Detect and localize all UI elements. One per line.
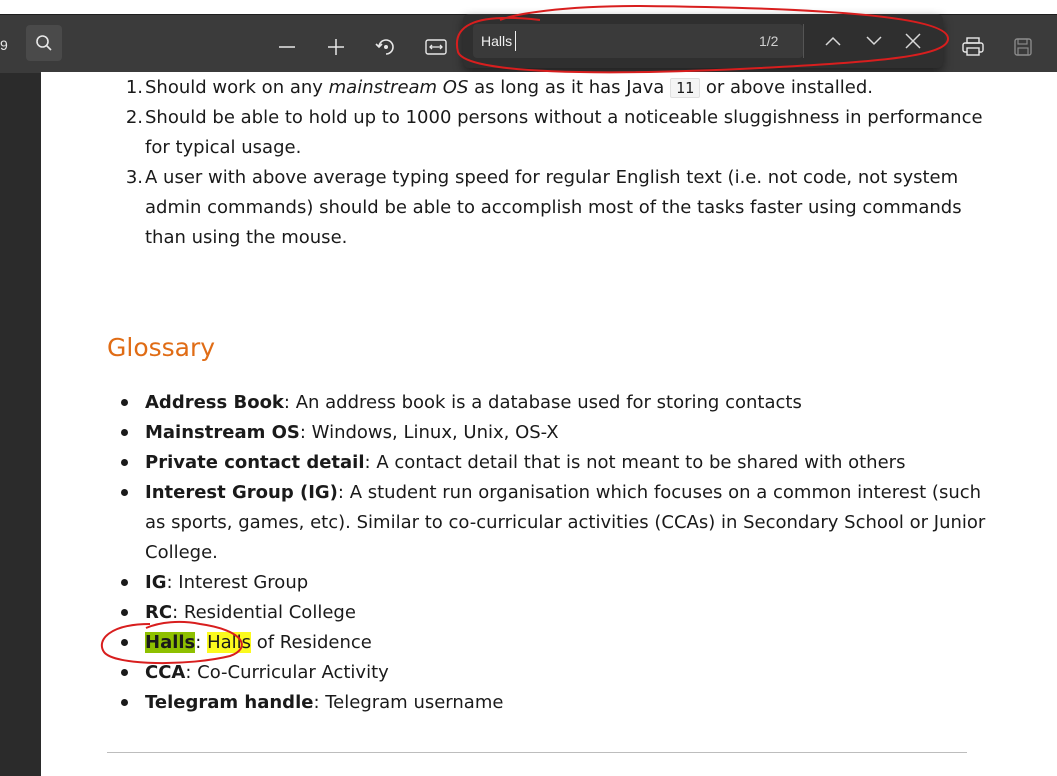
- search-match-current: Halls: [145, 632, 196, 653]
- glossary-definition: : Windows, Linux, Unix, OS-X: [299, 422, 559, 443]
- glossary-term: CCA: [145, 662, 186, 683]
- list-item-text: or above installed.: [700, 77, 873, 98]
- find-match-count: 1/2: [759, 33, 779, 49]
- glossary-definition: : Telegram username: [313, 692, 504, 713]
- glossary-term: Private contact detail: [145, 452, 365, 473]
- glossary-term: RC: [145, 602, 173, 623]
- glossary-definition: : An address book is a database used for…: [283, 392, 802, 413]
- inline-code: 11: [670, 78, 701, 98]
- find-divider: [803, 24, 804, 58]
- list-item: Should work on any mainstream OS as long…: [145, 73, 873, 103]
- find-bar: 1/2: [463, 14, 943, 68]
- bullet: [121, 429, 128, 436]
- zoom-in-button[interactable]: [318, 29, 354, 65]
- find-next-button[interactable]: [856, 23, 892, 59]
- glossary-separator: :: [195, 632, 208, 653]
- zoom-out-button[interactable]: [269, 29, 305, 65]
- page-number: 9: [0, 37, 8, 53]
- chevron-up-icon: [825, 36, 841, 46]
- glossary-definition: : Interest Group: [166, 572, 309, 593]
- bullet: [121, 399, 128, 406]
- list-item-text: Should work on any: [145, 77, 329, 98]
- glossary-item: Interest Group (IG): A student run organ…: [145, 478, 981, 508]
- rotate-icon: [375, 39, 394, 55]
- bullet: [121, 639, 128, 646]
- save-button[interactable]: [1005, 29, 1041, 65]
- glossary-item: Telegram handle: Telegram username: [145, 688, 503, 718]
- list-item: A user with above average typing speed f…: [145, 167, 959, 188]
- glossary-definition: of Residence: [251, 632, 372, 653]
- glossary-definition: : A contact detail that is not meant to …: [364, 452, 906, 473]
- glossary-item: Private contact detail: A contact detail…: [145, 448, 905, 478]
- glossary-item: Address Book: An address book is a datab…: [145, 388, 802, 418]
- glossary-item: Halls: Halls of Residence: [145, 628, 372, 658]
- fit-width-button[interactable]: [418, 29, 454, 65]
- glossary-item: RC: Residential College: [145, 598, 356, 628]
- bullet: [121, 489, 128, 496]
- list-item-text: as long as it has Java: [468, 77, 671, 98]
- glossary-item: IG: Interest Group: [145, 568, 308, 598]
- list-number: 3.: [125, 167, 143, 188]
- rotate-button[interactable]: [368, 29, 404, 65]
- bullet: [121, 609, 128, 616]
- glossary-term: Address Book: [145, 392, 284, 413]
- search-button[interactable]: [26, 25, 62, 61]
- search-match: Halls: [207, 632, 252, 653]
- zoom-in-icon: [328, 39, 344, 55]
- chevron-down-icon: [866, 36, 882, 46]
- print-icon: [962, 37, 984, 56]
- search-icon: [36, 35, 52, 51]
- list-item-continuation: admin commands) should be able to accomp…: [145, 197, 962, 218]
- glossary-definition: : Residential College: [172, 602, 356, 623]
- glossary-term: Mainstream OS: [145, 422, 300, 443]
- bullet: [121, 579, 128, 586]
- glossary-term: Interest Group (IG): [145, 482, 338, 503]
- glossary-definition: : A student run organisation which focus…: [337, 482, 982, 503]
- document-page: 1. Should work on any mainstream OS as l…: [41, 72, 1057, 776]
- bullet: [121, 699, 128, 706]
- list-number: 2.: [125, 107, 143, 128]
- bullet: [121, 459, 128, 466]
- glossary-definition: : Co-Curricular Activity: [185, 662, 389, 683]
- window-top-strip: [0, 0, 1057, 14]
- glossary-heading: Glossary: [107, 333, 216, 362]
- horizontal-rule: [107, 752, 967, 753]
- glossary-item-continuation: as sports, games, etc). Similar to co-cu…: [145, 512, 986, 533]
- list-item-continuation: for typical usage.: [145, 137, 302, 158]
- text-caret: [515, 31, 516, 51]
- glossary-term: IG: [145, 572, 167, 593]
- list-item: Should be able to hold up to 1000 person…: [145, 107, 983, 128]
- glossary-term: Telegram handle: [145, 692, 314, 713]
- list-item-emphasis: mainstream OS: [328, 77, 469, 98]
- fit-width-icon: [425, 39, 447, 55]
- list-item-continuation: than using the mouse.: [145, 227, 348, 248]
- bullet: [121, 669, 128, 676]
- find-previous-button[interactable]: [815, 23, 851, 59]
- glossary-item-continuation: College.: [145, 542, 218, 563]
- close-icon: [905, 33, 921, 49]
- zoom-out-icon: [279, 46, 295, 48]
- find-input[interactable]: [473, 24, 803, 58]
- print-button[interactable]: [955, 29, 991, 65]
- glossary-item: Mainstream OS: Windows, Linux, Unix, OS-…: [145, 418, 559, 448]
- glossary-item: CCA: Co-Curricular Activity: [145, 658, 389, 688]
- find-close-button[interactable]: [895, 23, 931, 59]
- save-icon: [1014, 38, 1032, 56]
- list-number: 1.: [125, 77, 143, 98]
